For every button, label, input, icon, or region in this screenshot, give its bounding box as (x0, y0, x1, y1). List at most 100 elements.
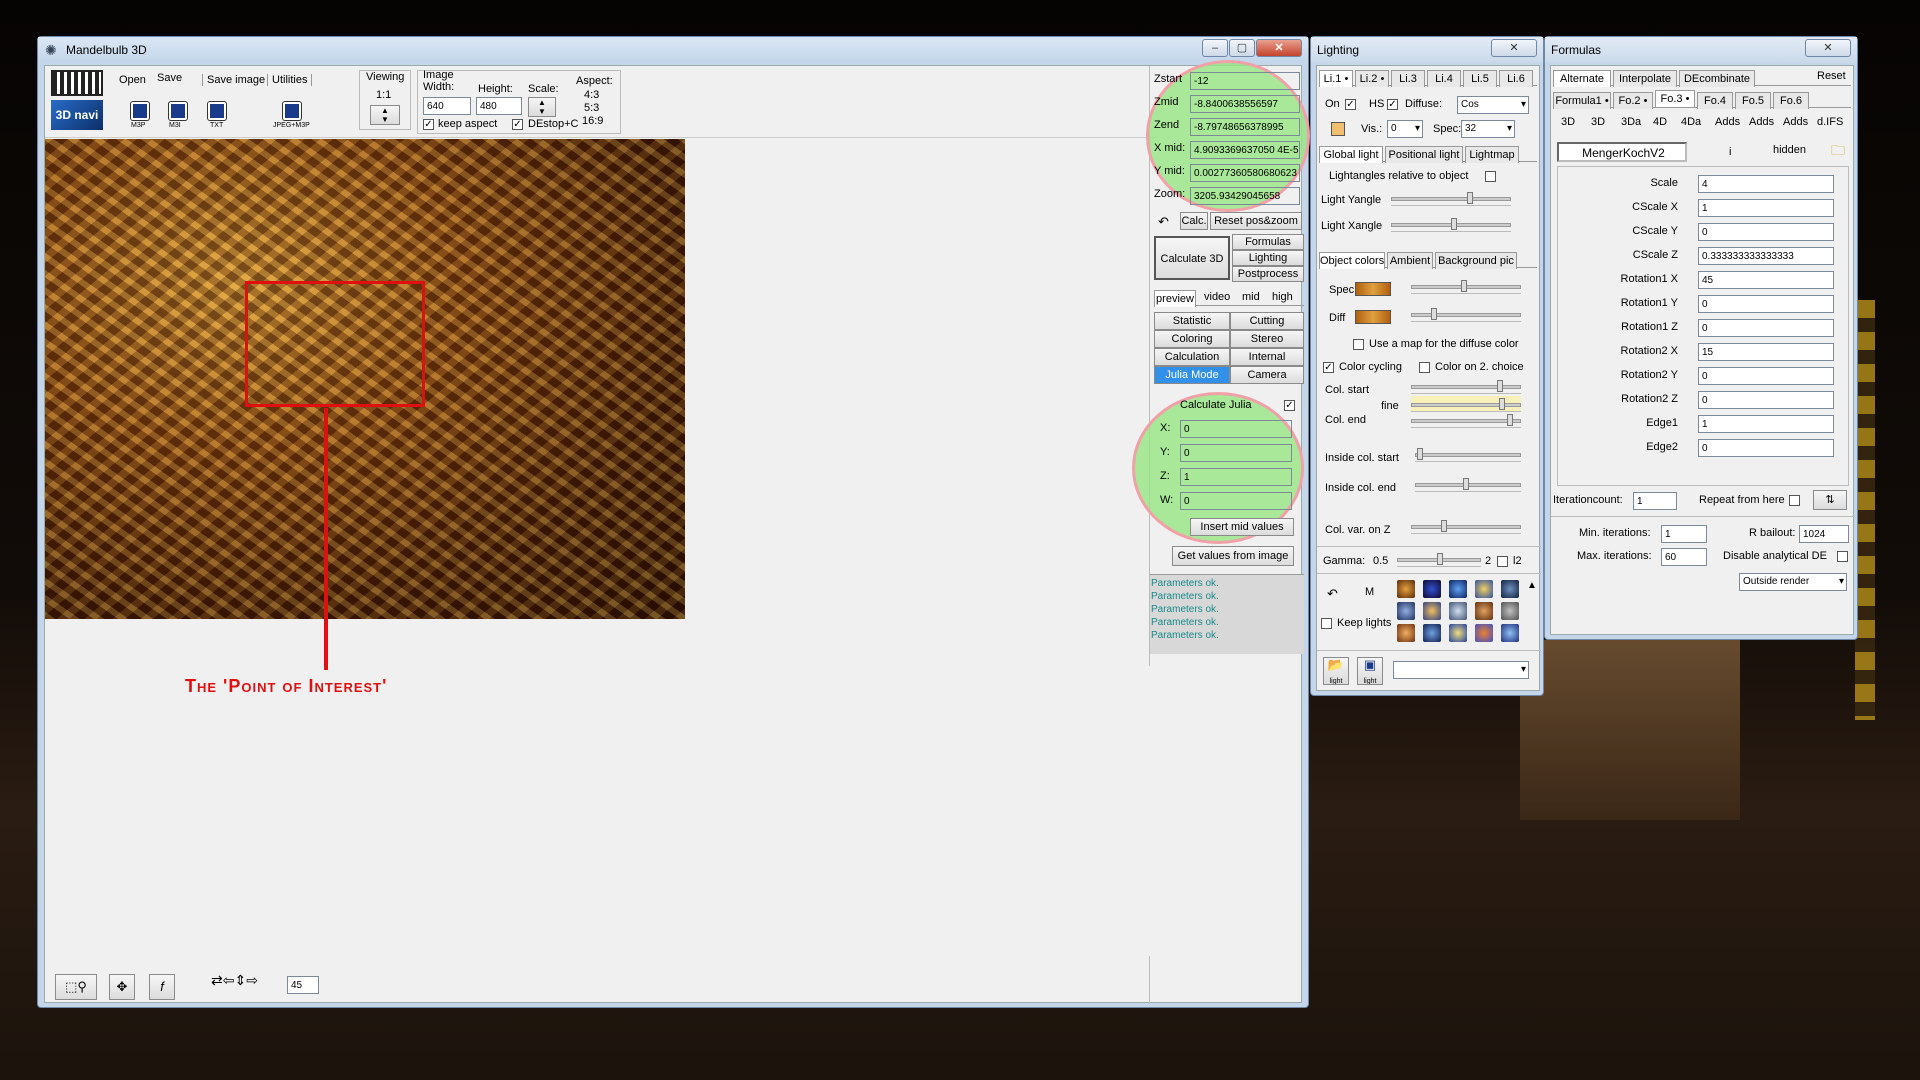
formulas-tab[interactable]: Formulas (1232, 234, 1304, 250)
quality-mid[interactable]: mid (1242, 291, 1260, 303)
ymid-input[interactable]: 0.00277360580680623 (1190, 164, 1300, 182)
quality-preview[interactable]: preview (1154, 290, 1196, 307)
inside-end-slider[interactable] (1415, 476, 1521, 492)
reset-button[interactable]: Reset (1817, 70, 1846, 82)
preset-thumb[interactable] (1397, 580, 1415, 598)
inside-start-slider[interactable] (1415, 446, 1521, 462)
viewing-spin[interactable]: ▲ ▼ (370, 105, 400, 125)
tab-fo2[interactable]: Fo.2 • (1613, 92, 1653, 109)
light-tab-2[interactable]: Li.2 • (1355, 70, 1389, 87)
minimize-button[interactable]: – (1202, 39, 1228, 57)
xangle-slider[interactable] (1391, 216, 1511, 232)
zend-input[interactable]: -8.79748656378995 (1190, 118, 1300, 136)
postprocess-tab[interactable]: Postprocess (1232, 266, 1304, 282)
param-input[interactable]: 0 (1698, 439, 1834, 457)
colvar-slider[interactable] (1411, 518, 1521, 534)
light-tab-3[interactable]: Li.3 (1391, 70, 1425, 87)
param-input[interactable]: 1 (1698, 199, 1834, 217)
formulas-titlebar[interactable]: Formulas ✕ (1545, 37, 1857, 63)
param-input[interactable]: 0 (1698, 295, 1834, 313)
max-it-input[interactable]: 60 (1661, 548, 1707, 566)
maximize-button[interactable]: ▢ (1229, 39, 1255, 57)
spec-select[interactable]: 32 (1461, 120, 1515, 138)
rbail-input[interactable]: 1024 (1799, 525, 1849, 543)
cutting-button[interactable]: Cutting (1230, 312, 1304, 330)
preset-thumb[interactable] (1449, 580, 1467, 598)
yangle-thumb[interactable] (1467, 192, 1473, 204)
preset-thumb[interactable] (1475, 624, 1493, 642)
colend-slider[interactable] (1411, 412, 1521, 428)
type-adds-b[interactable]: Adds (1749, 116, 1774, 128)
statistic-button[interactable]: Statistic (1154, 312, 1230, 330)
fine-slider[interactable] (1411, 396, 1521, 412)
zoom-input[interactable]: 3205.93429045658 (1190, 187, 1300, 205)
preset-thumb[interactable] (1397, 624, 1415, 642)
function-icon[interactable]: f (149, 974, 175, 1000)
hs-checkbox[interactable]: ✓ (1387, 99, 1398, 110)
internal-button[interactable]: Internal (1230, 348, 1304, 366)
camera-button[interactable]: Camera (1230, 366, 1304, 384)
lighting-titlebar[interactable]: Lighting ✕ (1311, 37, 1543, 63)
diffuse-select[interactable]: Cos (1457, 96, 1529, 114)
param-input[interactable]: 0 (1698, 223, 1834, 241)
calculate-3d-button[interactable]: Calculate 3D (1154, 236, 1230, 280)
param-input[interactable]: 4 (1698, 175, 1834, 193)
spec-color-swatch[interactable] (1355, 282, 1391, 296)
render-image[interactable] (45, 139, 685, 619)
rotate-arrows-icon[interactable]: ⇄⇦⇕⇨ (211, 972, 258, 989)
tab-positional-light[interactable]: Positional light (1385, 146, 1463, 163)
type-3d[interactable]: 3D (1561, 116, 1575, 128)
preset-thumb[interactable] (1475, 580, 1493, 598)
tab-decombinate[interactable]: DEcombinate (1679, 70, 1755, 87)
film-icon[interactable] (51, 70, 103, 96)
tab-fo6[interactable]: Fo.6 (1773, 92, 1809, 109)
main-titlebar[interactable]: ✺ Mandelbulb 3D – ▢ ✕ (38, 37, 1308, 63)
repeat-checkbox[interactable] (1789, 495, 1800, 506)
outside-render-select[interactable]: Outside render (1739, 573, 1847, 591)
min-it-input[interactable]: 1 (1661, 525, 1707, 543)
param-input[interactable]: 15 (1698, 343, 1834, 361)
tab-formula1[interactable]: Formula1 • (1553, 92, 1611, 109)
width-input[interactable]: 640 (423, 97, 471, 115)
preset-thumb[interactable] (1449, 624, 1467, 642)
cycling-checkbox[interactable]: ✓ (1323, 362, 1334, 373)
open-light-button[interactable]: 📂 light (1323, 657, 1349, 685)
tab-background-pic[interactable]: Background pic (1435, 252, 1517, 269)
inside-start-thumb[interactable] (1417, 448, 1423, 460)
type-4da[interactable]: 4Da (1681, 116, 1701, 128)
light-tab-4[interactable]: Li.4 (1427, 70, 1461, 87)
save-txt-icon[interactable] (208, 102, 226, 120)
type-4d[interactable]: 4D (1653, 116, 1667, 128)
param-input[interactable]: 0 (1698, 391, 1834, 409)
menu-utilities[interactable]: Utilities (267, 74, 313, 86)
insert-mid-values-button[interactable]: Insert mid values (1190, 518, 1294, 536)
itercount-input[interactable]: 1 (1633, 492, 1677, 510)
type-adds-c[interactable]: Adds (1783, 116, 1808, 128)
light-tab-1[interactable]: Li.1 • (1319, 70, 1353, 87)
formula-name-field[interactable]: MengerKochV2 (1557, 142, 1687, 162)
menu-open[interactable]: Open (119, 74, 146, 86)
param-input[interactable]: 45 (1698, 271, 1834, 289)
xangle-thumb[interactable] (1451, 218, 1457, 230)
inside-end-thumb[interactable] (1463, 478, 1469, 490)
preset-thumb[interactable] (1423, 624, 1441, 642)
light-tab-6[interactable]: Li.6 (1499, 70, 1533, 87)
undo-icon[interactable]: ↶ (1158, 214, 1169, 230)
param-input[interactable]: 1 (1698, 415, 1834, 433)
open-folder-icon[interactable]: 🗀 (1831, 140, 1845, 164)
tab-fo3[interactable]: Fo.3 • (1655, 90, 1695, 107)
step-input[interactable]: 45 (287, 976, 319, 994)
keep-lights-checkbox[interactable] (1321, 618, 1332, 629)
save-jpeg-icon[interactable] (283, 102, 301, 120)
preset-thumb[interactable] (1397, 602, 1415, 620)
aspect-5-3[interactable]: 5:3 (584, 102, 599, 114)
colstart-thumb[interactable] (1497, 380, 1503, 392)
type-3da[interactable]: 3Da (1621, 116, 1641, 128)
preset-thumb[interactable] (1423, 580, 1441, 598)
preset-thumb[interactable] (1475, 602, 1493, 620)
reset-poszoom-button[interactable]: Reset pos&zoom (1210, 212, 1302, 230)
info-button[interactable]: i (1729, 146, 1731, 158)
type-adds[interactable]: Adds (1715, 116, 1740, 128)
julia-x-input[interactable]: 0 (1180, 420, 1292, 438)
julia-mode-button[interactable]: Julia Mode (1154, 366, 1230, 384)
